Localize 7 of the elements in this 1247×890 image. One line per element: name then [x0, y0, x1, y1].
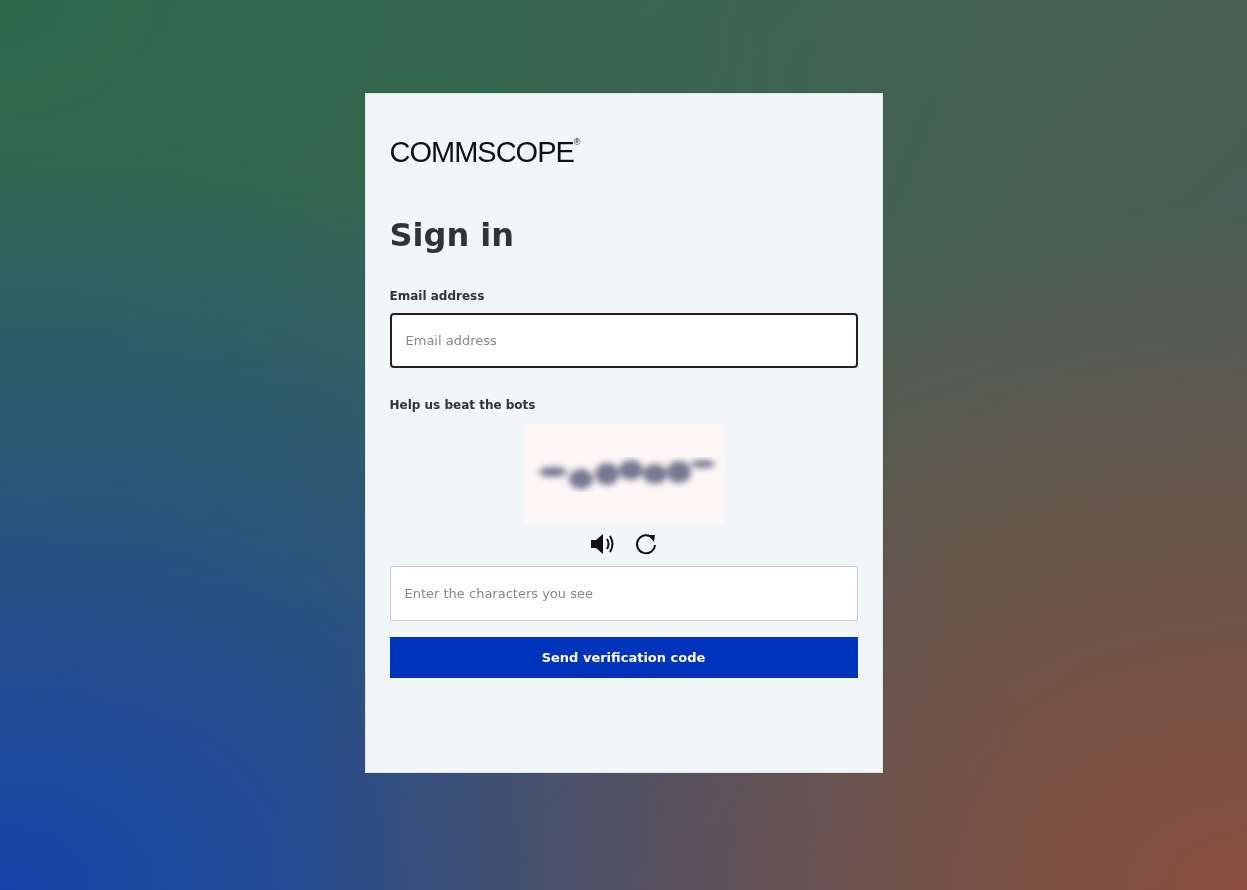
- captcha-field[interactable]: Enter the characters you see: [389, 566, 858, 621]
- field-label: Help us beat the bots: [389, 397, 536, 414]
- logo: COMMSCOPE$^{®}$: [389, 138, 581, 167]
- page-title: Sign in: [389, 219, 516, 251]
- field-label: Email address: [389, 288, 485, 305]
- email-field[interactable]: Email address: [389, 313, 858, 368]
- send-code-button[interactable]: Send verification code: [389, 637, 858, 678]
